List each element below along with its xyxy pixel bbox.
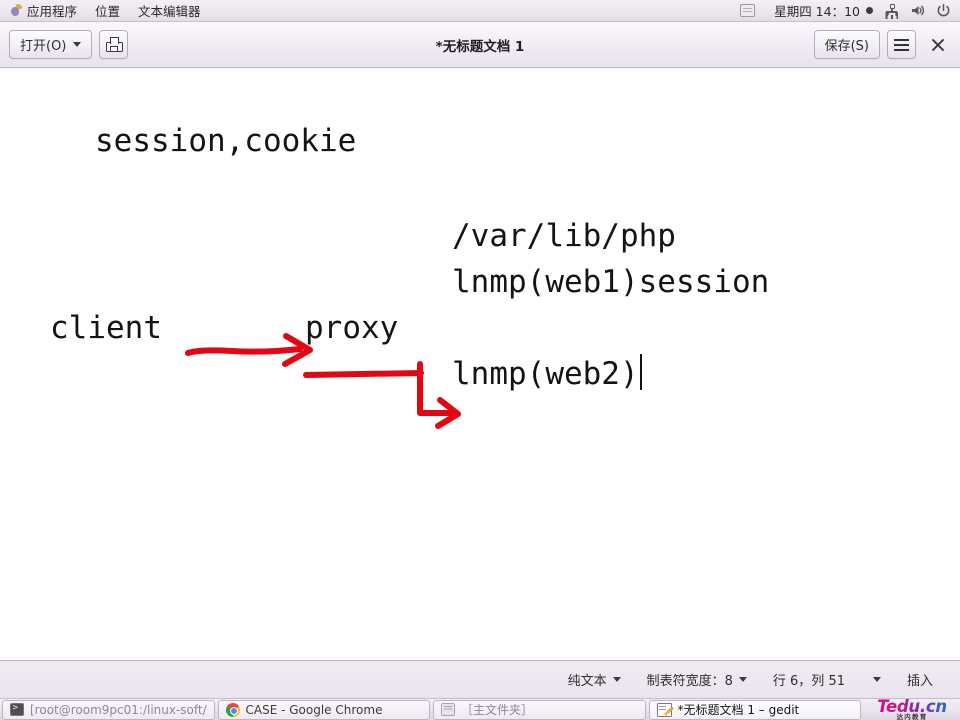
window-title-label: *无标题文档 1	[435, 38, 525, 55]
panel-menu-applications[interactable]: 应用程序	[0, 0, 86, 21]
save-as-button[interactable]	[99, 30, 129, 59]
gedit-headerbar: 打开(O) *无标题文档 1 保存(S)	[0, 22, 960, 68]
tablet-icon[interactable]	[740, 4, 756, 17]
text-cursor	[639, 354, 642, 390]
gedit-window: 打开(O) *无标题文档 1 保存(S) session,cookie /var…	[0, 22, 960, 698]
open-button[interactable]: 打开(O)	[9, 30, 93, 59]
text-editor-area[interactable]: session,cookie /var/lib/php lnmp(web1)se…	[0, 68, 960, 660]
taskbar-item-terminal-label: [root@room9pc01:/linux-soft/---	[30, 702, 207, 717]
tedu-logo-main: Tedu.cn	[877, 699, 947, 716]
document-line-session: session,cookie	[95, 123, 357, 159]
chevron-down-icon	[612, 677, 621, 682]
panel-tray: 星期四 14：10	[740, 0, 960, 21]
network-icon[interactable]	[884, 3, 899, 18]
tedu-logo-sub: 达内教育	[896, 712, 928, 720]
tedu-watermark-logo: Tedu.cn 达内教育	[866, 699, 958, 720]
statusbar-tab-width-label: 制表符宽度：8	[646, 674, 733, 689]
power-icon[interactable]	[936, 3, 951, 18]
statusbar-cursor-position-label: 行 6，列 51	[772, 674, 845, 689]
document-line-web1: lnmp(web1)session	[452, 264, 770, 300]
taskbar-item-home-folder-label: ［主文件夹］	[461, 703, 534, 717]
document-line-path: /var/lib/php	[452, 218, 676, 254]
panel-menu-places[interactable]: 位置	[86, 0, 129, 21]
statusbar-insert-mode: 插入	[894, 670, 946, 689]
document-line-web2-wrap: lnmp(web2)	[452, 351, 642, 397]
headerbar-right-controls: 保存(S)	[813, 30, 951, 59]
taskbar-item-gedit[interactable]: *无标题文档 1 – gedit	[648, 699, 861, 720]
gedit-statusbar: 纯文本 制表符宽度：8 行 6，列 51 插入	[0, 660, 960, 698]
statusbar-file-type-label: 纯文本	[567, 674, 607, 689]
gnome-top-panel: 应用程序 位置 文本编辑器 星期四 14：10	[0, 0, 960, 22]
hamburger-menu-button[interactable]	[887, 30, 916, 59]
save-as-icon	[105, 36, 124, 53]
document-line-client: client	[50, 310, 162, 346]
recording-dot-icon	[866, 7, 873, 14]
chevron-down-icon	[738, 677, 747, 682]
document-line-web2: lnmp(web2)	[452, 356, 639, 392]
gedit-icon	[656, 702, 672, 717]
taskbar-item-terminal[interactable]: [root@room9pc01:/linux-soft/---	[2, 699, 215, 720]
taskbar-item-gedit-label: *无标题文档 1 – gedit	[677, 703, 800, 717]
panel-menu-places-label: 位置	[95, 4, 121, 19]
headerbar-left-controls: 打开(O)	[9, 30, 129, 59]
open-button-label: 打开(O)	[20, 39, 67, 54]
terminal-icon	[10, 703, 24, 716]
taskbar-item-chrome-label: CASE - Google Chrome	[245, 702, 383, 717]
statusbar-file-type[interactable]: 纯文本	[555, 670, 634, 689]
panel-clock-label: 星期四 14：10	[774, 4, 860, 19]
gnome-foot-icon	[9, 4, 22, 17]
save-button[interactable]: 保存(S)	[813, 30, 880, 59]
panel-menu-text-editor-label: 文本编辑器	[138, 4, 201, 19]
arrow-client-to-proxy-shaft	[185, 346, 303, 356]
chevron-down-icon	[73, 42, 82, 47]
taskbar-item-chrome[interactable]: CASE - Google Chrome	[217, 699, 430, 720]
panel-menu-text-editor[interactable]: 文本编辑器	[129, 0, 210, 21]
statusbar-insert-mode-label: 插入	[906, 674, 933, 689]
panel-clock[interactable]: 星期四 14：10	[774, 1, 873, 20]
underline-proxy	[303, 370, 424, 378]
chevron-down-icon	[872, 677, 881, 682]
panel-menu-applications-label: 应用程序	[27, 4, 78, 19]
hamburger-menu-icon	[894, 38, 909, 51]
save-button-label: 保存(S)	[824, 39, 869, 54]
elbow-arrow-proxy-to-web2	[417, 361, 455, 416]
statusbar-tab-width[interactable]: 制表符宽度：8	[634, 670, 760, 689]
panel-menu-group: 应用程序 位置 文本编辑器	[0, 0, 210, 21]
document-line-proxy: proxy	[305, 310, 399, 346]
taskbar: [root@room9pc01:/linux-soft/--- CASE - G…	[0, 698, 960, 720]
close-window-button[interactable]	[925, 32, 951, 58]
statusbar-cursor-position[interactable]: 行 6，列 51	[760, 670, 894, 689]
elbow-arrow-head	[435, 397, 461, 429]
taskbar-item-home-folder[interactable]: ［主文件夹］	[433, 699, 646, 720]
chrome-icon	[225, 702, 240, 717]
volume-icon[interactable]	[910, 3, 925, 18]
folder-icon	[441, 703, 455, 716]
